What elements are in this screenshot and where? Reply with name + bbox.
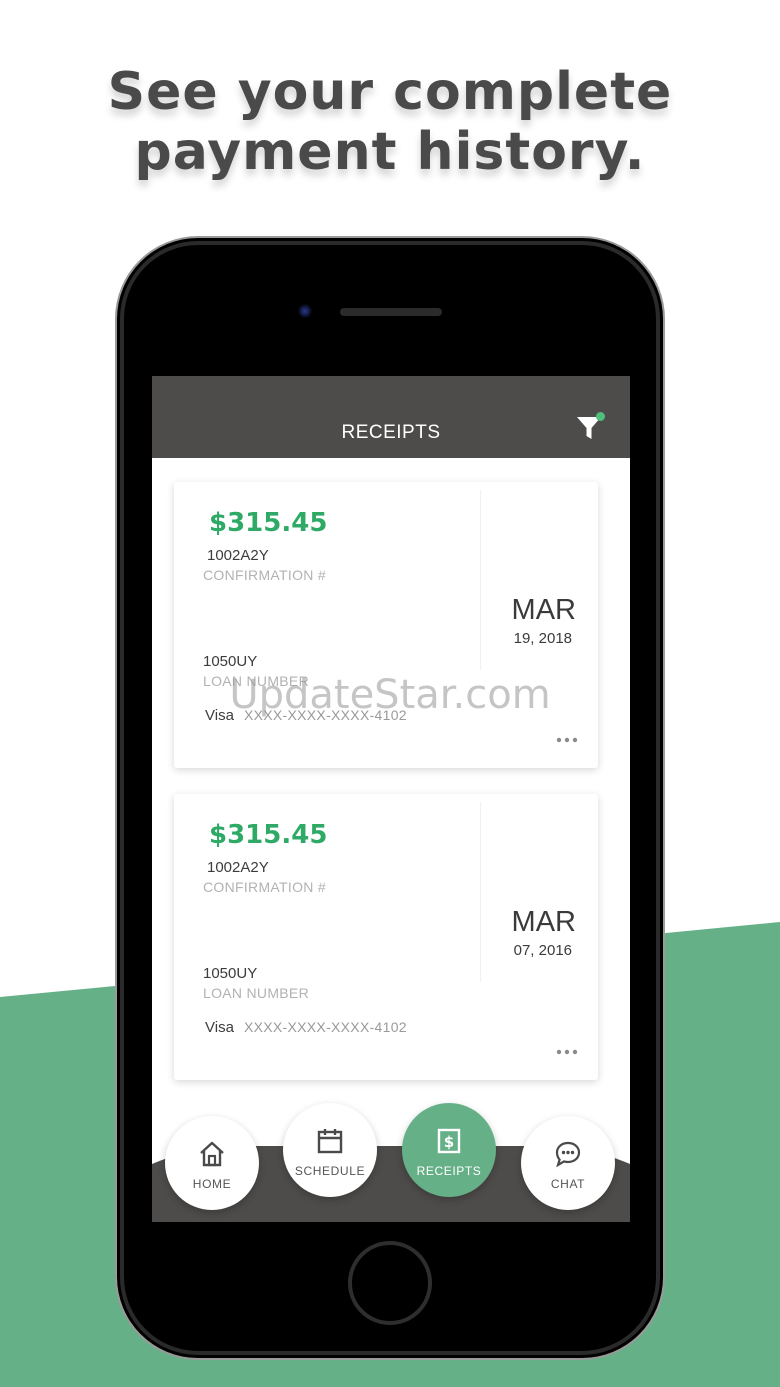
nav-schedule-label: SCHEDULE (294, 1164, 366, 1178)
receipt-month: MAR (511, 906, 576, 938)
nav-schedule-button[interactable]: SCHEDULE (283, 1103, 377, 1197)
app-header: RECEIPTS (152, 376, 630, 458)
receipt-amount: $315.45 (209, 508, 328, 538)
filter-active-dot (596, 412, 605, 421)
headline-line-1: See your complete (107, 62, 673, 122)
headline-line-2: payment history. (134, 122, 646, 182)
promo-headline: See your complete payment history. (0, 62, 780, 182)
watermark-text: UpdateStar.com (229, 672, 551, 718)
confirmation-label: CONFIRMATION # (203, 879, 326, 895)
receipt-amount: $315.45 (209, 820, 328, 850)
front-camera (298, 304, 312, 318)
nav-chat-label: CHAT (550, 1177, 586, 1191)
nav-home-label: HOME (192, 1177, 232, 1191)
card-divider (480, 802, 481, 982)
confirmation-number: 1002A2Y (207, 859, 269, 876)
loan-number-label: LOAN NUMBER (203, 985, 309, 1001)
nav-receipts-label: RECEIPTS (416, 1164, 482, 1178)
earpiece-speaker (340, 308, 442, 316)
app-screen: RECEIPTS $315.45 1002A2Y CONFIRMATION # … (152, 376, 630, 1222)
loan-number: 1050UY (203, 653, 258, 670)
nav-chat-button[interactable]: CHAT (521, 1116, 615, 1210)
calendar-icon (317, 1129, 343, 1154)
phone-home-button[interactable] (348, 1241, 432, 1325)
phone-power-button (660, 476, 665, 556)
receipt-date: 19, 2018 (513, 630, 572, 647)
confirmation-number: 1002A2Y (207, 547, 269, 564)
receipt-dollar-icon: $ (437, 1128, 461, 1154)
receipt-month: MAR (511, 594, 576, 626)
card-divider (480, 490, 481, 670)
page-title: RECEIPTS (341, 422, 441, 443)
receipt-card[interactable]: $315.45 1002A2Y CONFIRMATION # MAR 19, 2… (174, 482, 598, 768)
payment-card-type: Visa (205, 1019, 234, 1036)
loan-number: 1050UY (203, 965, 258, 982)
receipt-card[interactable]: $315.45 1002A2Y CONFIRMATION # MAR 07, 2… (174, 794, 598, 1080)
nav-receipts-button[interactable]: $ RECEIPTS (402, 1103, 496, 1197)
more-options-icon[interactable] (554, 1044, 580, 1060)
payment-card-number: XXXX-XXXX-XXXX-4102 (244, 1019, 407, 1035)
nav-home-button[interactable]: HOME (165, 1116, 259, 1210)
receipt-date: 07, 2016 (513, 942, 572, 959)
chat-bubble-icon (555, 1141, 581, 1168)
confirmation-label: CONFIRMATION # (203, 567, 326, 583)
more-options-icon[interactable] (554, 732, 580, 748)
svg-text:$: $ (444, 1133, 454, 1151)
home-icon (200, 1141, 224, 1167)
